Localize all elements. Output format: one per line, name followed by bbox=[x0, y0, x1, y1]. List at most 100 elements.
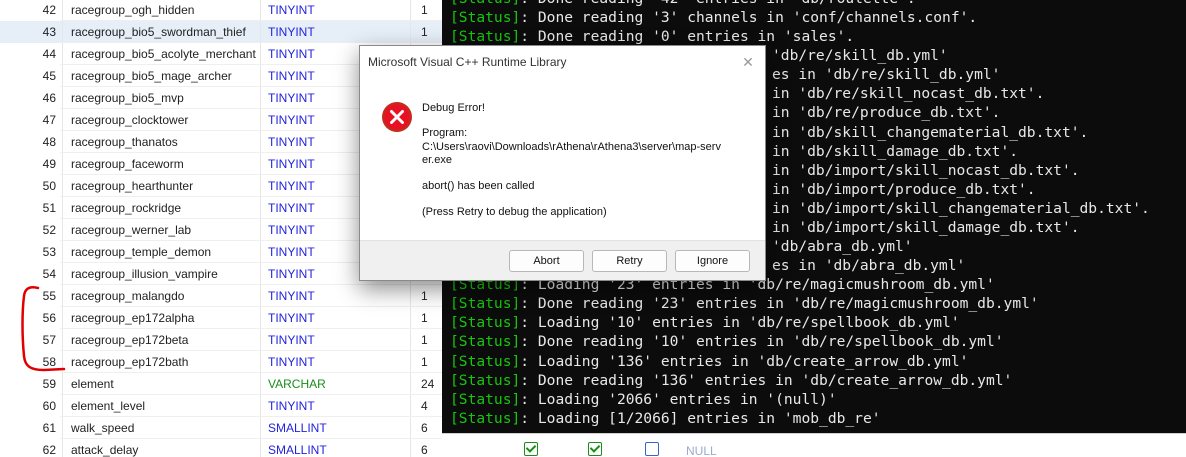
console-line: [Status]: Loading [1/2066] entries in 'm… bbox=[450, 409, 881, 428]
column-length: 1 bbox=[410, 307, 442, 329]
row-number: 48 bbox=[42, 135, 56, 149]
console-text: : Done reading '23' entries in 'db/re/ma… bbox=[520, 295, 1039, 313]
status-tag: [Status] bbox=[450, 314, 521, 332]
status-tag: [Status] bbox=[450, 390, 521, 408]
console-text: in 'db/import/produce_db.txt'. bbox=[772, 180, 1036, 198]
console-line: in 'db/import/produce_db.txt'. bbox=[772, 180, 1036, 199]
column-type: SMALLINT bbox=[260, 439, 410, 457]
column-name: racegroup_faceworm bbox=[62, 153, 260, 175]
column-length: 1 bbox=[410, 329, 442, 351]
row-number: 59 bbox=[42, 377, 56, 391]
error-heading: Debug Error! bbox=[422, 102, 485, 114]
console-line: [Status]: Loading '2066' entries in '(nu… bbox=[450, 390, 837, 409]
retry-hint: (Press Retry to debug the application) bbox=[422, 206, 607, 218]
table-row[interactable]: 62 attack_delay SMALLINT 6 bbox=[0, 439, 442, 457]
table-row[interactable]: 59 element VARCHAR 24 bbox=[0, 373, 442, 395]
console-text: in 'db/re/skill_nocast_db.txt'. bbox=[772, 85, 1045, 103]
row-number: 57 bbox=[42, 333, 56, 347]
error-icon bbox=[382, 102, 412, 132]
ignore-button[interactable]: Ignore bbox=[675, 250, 750, 272]
console-text: : Loading [1/2066] entries in 'mob_db_re… bbox=[520, 409, 881, 427]
console-line: [Status]: Done reading '0' entries in 's… bbox=[450, 27, 854, 46]
row-number: 46 bbox=[42, 91, 56, 105]
column-name: racegroup_ep172alpha bbox=[62, 307, 260, 329]
console-line: in 'db/re/skill_nocast_db.txt'. bbox=[772, 84, 1044, 103]
row-number: 45 bbox=[42, 69, 56, 83]
column-name: racegroup_clocktower bbox=[62, 109, 260, 131]
row-number: 49 bbox=[42, 157, 56, 171]
runtime-error-dialog: Microsoft Visual C++ Runtime Library ✕ D… bbox=[359, 45, 766, 281]
column-length: 24 bbox=[410, 373, 442, 395]
table-row[interactable]: 58 racegroup_ep172bath TINYINT 1 bbox=[0, 351, 442, 373]
row-number: 62 bbox=[42, 443, 56, 457]
column-name: racegroup_rockridge bbox=[62, 197, 260, 219]
checkbox-checked[interactable] bbox=[524, 442, 538, 456]
column-name: racegroup_thanatos bbox=[62, 131, 260, 153]
console-text: : Loading '2066' entries in '(null)' bbox=[520, 390, 837, 408]
column-name: attack_delay bbox=[62, 439, 260, 457]
row-number: 42 bbox=[42, 3, 56, 17]
column-type: TINYINT bbox=[260, 329, 410, 351]
table-row[interactable]: 42 racegroup_ogh_hidden TINYINT 1 bbox=[0, 0, 442, 21]
console-text: : Done reading '3' channels in 'conf/cha… bbox=[520, 9, 978, 27]
column-type: TINYINT bbox=[260, 21, 410, 43]
status-tag: [Status] bbox=[450, 9, 521, 27]
abort-button[interactable]: Abort bbox=[509, 250, 584, 272]
console-line: [Status]: Done reading '136' entries in … bbox=[450, 371, 1012, 390]
table-row[interactable]: 57 racegroup_ep172beta TINYINT 1 bbox=[0, 329, 442, 351]
column-length: 6 bbox=[410, 439, 442, 457]
dialog-footer: Abort Retry Ignore bbox=[360, 240, 765, 280]
console-line: es in 'db/re/skill_db.yml' bbox=[772, 65, 1000, 84]
console-text: : Done reading '0' entries in 'sales'. bbox=[520, 28, 855, 46]
console-text: in 'db/skill_changematerial_db.txt'. bbox=[772, 123, 1089, 141]
console-text: : Done reading '10' entries in 'db/re/sp… bbox=[520, 333, 1004, 351]
column-name: racegroup_bio5_mvp bbox=[62, 87, 260, 109]
console-line: 'db/abra_db.yml' bbox=[772, 237, 913, 256]
console-text: : Loading '10' entries in 'db/re/spellbo… bbox=[520, 314, 960, 332]
column-type: TINYINT bbox=[260, 395, 410, 417]
column-name: racegroup_bio5_swordman_thief bbox=[62, 21, 260, 43]
console-text: 'db/abra_db.yml' bbox=[772, 238, 913, 256]
column-name: racegroup_hearthunter bbox=[62, 175, 260, 197]
table-row[interactable]: 55 racegroup_malangdo TINYINT 1 bbox=[0, 285, 442, 307]
column-type: TINYINT bbox=[260, 0, 410, 21]
program-label: Program: bbox=[422, 127, 468, 139]
status-tag: [Status] bbox=[450, 333, 521, 351]
row-number: 50 bbox=[42, 179, 56, 193]
console-line: in 'db/import/skill_changematerial_db.tx… bbox=[772, 199, 1150, 218]
column-name: racegroup_bio5_mage_archer bbox=[62, 65, 260, 87]
row-number: 53 bbox=[42, 245, 56, 259]
column-name: racegroup_werner_lab bbox=[62, 219, 260, 241]
checkbox-unchecked[interactable] bbox=[645, 442, 659, 456]
console-line: [Status]: Loading '10' entries in 'db/re… bbox=[450, 313, 960, 332]
table-row[interactable]: 61 walk_speed SMALLINT 6 bbox=[0, 417, 442, 439]
column-type: TINYINT bbox=[260, 285, 410, 307]
checkbox-checked[interactable] bbox=[588, 442, 602, 456]
status-tag: [Status] bbox=[450, 352, 521, 370]
table-row[interactable]: 60 element_level TINYINT 4 bbox=[0, 395, 442, 417]
column-name: racegroup_ep172beta bbox=[62, 329, 260, 351]
retry-button[interactable]: Retry bbox=[592, 250, 667, 272]
table-row[interactable]: 56 racegroup_ep172alpha TINYINT 1 bbox=[0, 307, 442, 329]
row-number: 58 bbox=[42, 355, 56, 369]
status-tag: [Status] bbox=[450, 295, 521, 313]
column-name: element_level bbox=[62, 395, 260, 417]
row-number: 51 bbox=[42, 201, 56, 215]
console-line: in 'db/re/produce_db.txt'. bbox=[772, 103, 1000, 122]
table-bottom-row: NULL bbox=[442, 433, 1186, 457]
status-tag: [Status] bbox=[450, 0, 520, 7]
close-icon[interactable]: ✕ bbox=[737, 51, 759, 73]
column-length: 4 bbox=[410, 395, 442, 417]
row-number: 47 bbox=[42, 113, 56, 127]
column-name: element bbox=[62, 373, 260, 395]
console-line: es in 'db/abra_db.yml' bbox=[772, 256, 965, 275]
console-text: : Loading '136' entries in 'db/create_ar… bbox=[520, 352, 969, 370]
row-number: 43 bbox=[42, 25, 56, 39]
column-name: walk_speed bbox=[62, 417, 260, 439]
console-text: : Done reading '42' entries in 'db/roule… bbox=[520, 0, 915, 7]
console-text: in 'db/re/produce_db.txt'. bbox=[772, 104, 1001, 122]
table-row[interactable]: 43 racegroup_bio5_swordman_thief TINYINT 1 bbox=[0, 21, 442, 43]
status-tag: [Status] bbox=[450, 371, 521, 389]
column-name: racegroup_temple_demon bbox=[62, 241, 260, 263]
console-line: [Status]: Done reading '42' entries in '… bbox=[450, 0, 916, 8]
